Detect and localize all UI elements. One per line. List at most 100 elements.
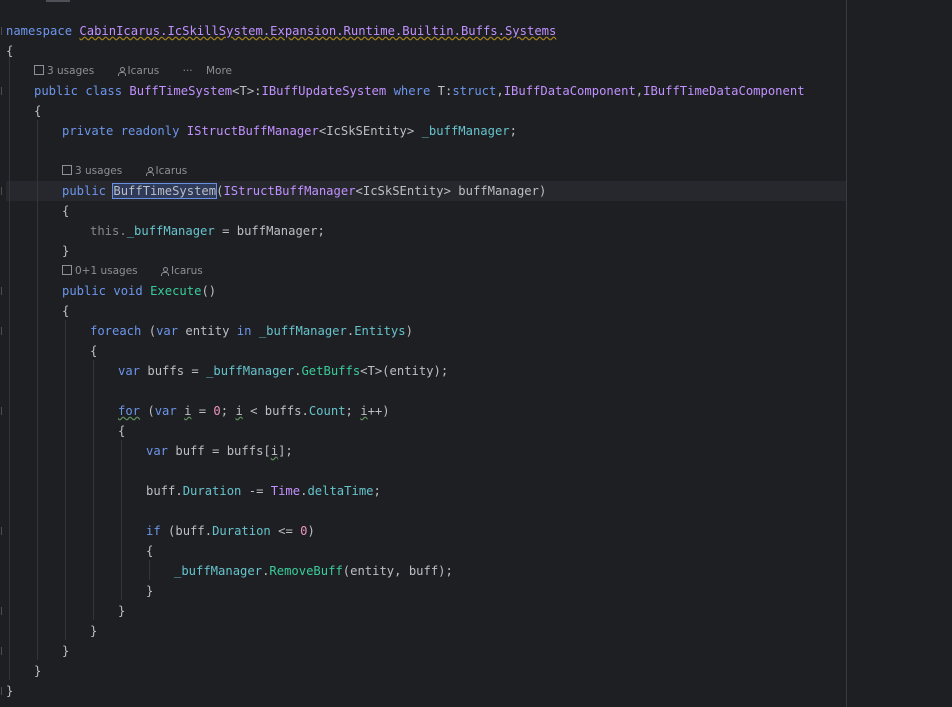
fold-marker[interactable]	[1, 407, 6, 415]
close-brace: }	[62, 244, 70, 258]
usages-label: 3 usages	[47, 65, 95, 77]
property-ref[interactable]: deltaTime	[307, 484, 373, 498]
code-line-var-buff[interactable]: var buff = buffs[i];	[146, 441, 293, 461]
keyword: public	[34, 84, 79, 98]
usages-label: 0+1 usages	[75, 265, 138, 277]
keyword: class	[85, 84, 123, 98]
code-line-if[interactable]: if (buff.Duration <= 0)	[146, 521, 315, 541]
class-name[interactable]: BuffTimeSystem	[129, 84, 232, 98]
fold-marker[interactable]	[1, 647, 6, 655]
indent-guide	[149, 560, 150, 580]
close-brace: }	[62, 644, 70, 658]
fold-marker[interactable]	[1, 527, 6, 535]
right-margin-guide	[846, 0, 847, 707]
indent-guide	[65, 320, 66, 640]
paren: )	[405, 324, 413, 338]
code-line-namespace[interactable]: namespace CabinIcarus.IcSkillSystem.Expa…	[6, 21, 556, 41]
indent-guide	[9, 50, 10, 680]
usages-icon	[62, 265, 72, 275]
open-brace: {	[90, 344, 98, 358]
code-line-ctor-decl[interactable]: public BuffTimeSystem(IStructBuffManager…	[62, 181, 546, 201]
usages-hint[interactable]: 3 usages	[62, 165, 132, 177]
usages-hint[interactable]: 0+1 usages	[62, 265, 148, 277]
keyword: struct	[452, 84, 497, 98]
call-args: <T>(entity);	[360, 364, 449, 378]
variable: buff.	[146, 484, 183, 498]
property-ref[interactable]: Duration	[183, 484, 242, 498]
code-line-remove[interactable]: _buffManager.RemoveBuff(entity, buff);	[174, 561, 453, 581]
code-line-var-buffs[interactable]: var buffs = _buffManager.GetBuffs<T>(ent…	[118, 361, 448, 381]
code-line-foreach[interactable]: foreach (var entity in _buffManager.Enti…	[90, 321, 413, 341]
method-call[interactable]: GetBuffs	[301, 364, 360, 378]
person-icon	[145, 167, 154, 176]
fold-marker[interactable]	[1, 607, 6, 615]
fold-marker[interactable]	[1, 327, 6, 335]
code-line-execute-decl[interactable]: public void Execute()	[62, 281, 216, 301]
author-label: Icarus	[127, 65, 160, 77]
keyword: for	[118, 404, 141, 418]
usages-icon	[34, 65, 44, 75]
code-line-brace: {	[146, 541, 153, 561]
field-name[interactable]: _buffManager	[422, 124, 510, 138]
base-type[interactable]: IBuffUpdateSystem	[262, 84, 387, 98]
namespace-name[interactable]: CabinIcarus.IcSkillSystem.Expansion.Runt…	[79, 24, 556, 38]
close-brace: }	[146, 584, 154, 598]
keyword: var	[156, 324, 179, 338]
keyword: void	[113, 284, 143, 298]
more-label: More	[205, 65, 233, 77]
interface-name[interactable]: IBuffTimeDataComponent	[643, 84, 804, 98]
usages-hint[interactable]: 3 usages	[34, 65, 104, 77]
type-arg[interactable]: IcSkSEntity	[363, 184, 444, 198]
property-ref[interactable]: Count	[309, 404, 346, 418]
bracket: ];	[278, 444, 293, 458]
field-ref[interactable]: _buffManager	[206, 364, 294, 378]
code-vision-hint-class[interactable]: 3 usages Icarus ··· More	[34, 61, 252, 81]
operator: < buffs.	[242, 404, 309, 418]
open-brace: {	[62, 304, 70, 318]
open-brace: {	[34, 104, 42, 118]
person-icon	[117, 67, 126, 76]
ctor-name[interactable]: BuffTimeSystem	[112, 183, 218, 199]
method-name[interactable]: Execute	[150, 284, 201, 298]
code-vision-hint-execute[interactable]: 0+1 usages Icarus	[62, 261, 223, 281]
code-line-ctor-body[interactable]: this._buffManager = buffManager;	[90, 221, 325, 241]
usages-icon	[62, 165, 72, 175]
keyword: var	[154, 404, 177, 418]
fold-marker[interactable]	[1, 287, 6, 295]
code-line-brace: {	[118, 421, 125, 441]
param-name: buffManager)	[450, 184, 547, 198]
code-line-duration[interactable]: buff.Duration -= Time.deltaTime;	[146, 481, 381, 501]
code-line-class-decl[interactable]: public class BuffTimeSystem<T>:IBuffUpda…	[34, 81, 805, 101]
author-hint[interactable]: Icarus	[145, 165, 198, 177]
code-vision-hint-ctor[interactable]: 3 usages Icarus	[62, 161, 207, 181]
this-qualifier: this.	[90, 224, 127, 238]
keyword: if	[146, 524, 161, 538]
field-ref[interactable]: _buffManager	[174, 564, 262, 578]
angle: <	[355, 184, 363, 198]
author-hint[interactable]: Icarus	[117, 65, 170, 77]
property-ref[interactable]: Entitys	[354, 324, 405, 338]
increment: ++)	[367, 404, 390, 418]
code-line-brace: {	[6, 41, 13, 61]
type-arg[interactable]: IcSkSEntity	[326, 124, 407, 138]
code-line-for[interactable]: for (var i = 0; i < buffs.Count; i++)	[118, 401, 390, 421]
fold-marker[interactable]	[1, 187, 6, 195]
code-line-brace: {	[62, 201, 69, 221]
param-type[interactable]: IStructBuffManager	[223, 184, 355, 198]
type-name[interactable]: IStructBuffManager	[187, 124, 319, 138]
property-ref[interactable]: Duration	[212, 524, 271, 538]
code-editor[interactable]: namespace CabinIcarus.IcSkillSystem.Expa…	[0, 0, 952, 707]
type-ref[interactable]: Time	[271, 484, 300, 498]
fold-marker[interactable]	[1, 87, 6, 95]
angle: >	[443, 184, 451, 198]
code-line-field[interactable]: private readonly IStructBuffManager<IcSk…	[62, 121, 517, 141]
field-ref[interactable]: _buffManager	[127, 224, 215, 238]
field-ref[interactable]: _buffManager	[259, 324, 347, 338]
author-hint[interactable]: Icarus	[161, 265, 213, 277]
constraint: T:	[437, 84, 453, 98]
semicolon: ;	[373, 484, 381, 498]
interface-name[interactable]: IBuffDataComponent	[504, 84, 636, 98]
code-line-brace: }	[118, 601, 125, 621]
more-hint[interactable]: ··· More	[183, 65, 242, 77]
method-call[interactable]: RemoveBuff	[269, 564, 342, 578]
